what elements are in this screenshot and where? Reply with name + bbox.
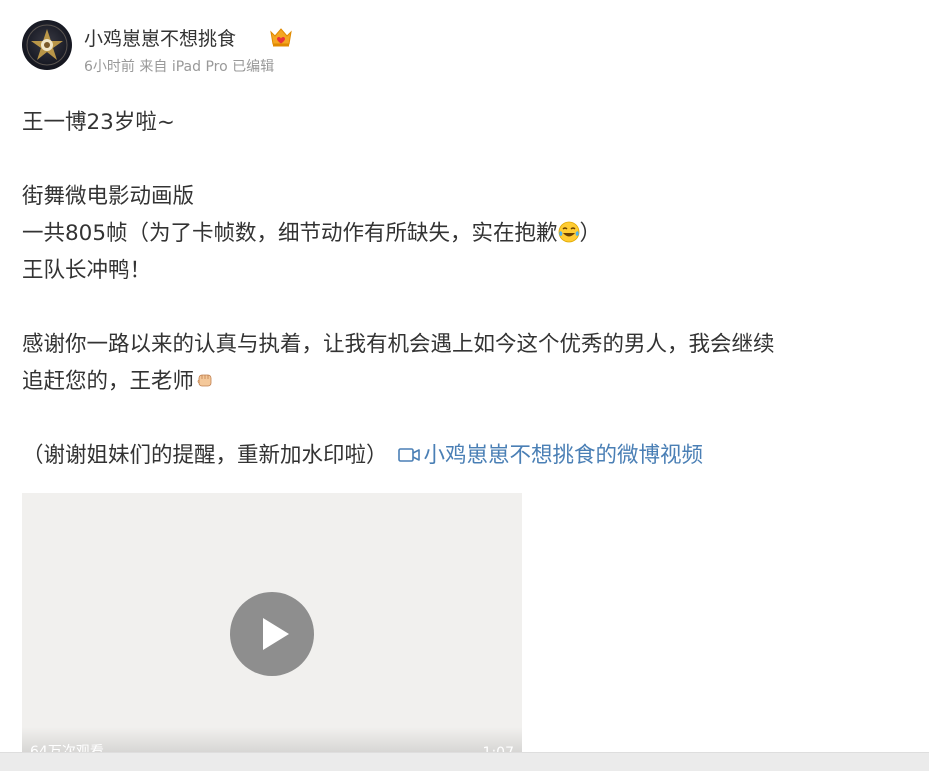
vip-crown-icon[interactable] <box>269 26 293 48</box>
post-text-line: （谢谢姐妹们的提醒，重新加水印啦） 小鸡崽崽不想挑食的微博视频 <box>22 437 912 474</box>
post-text-line: 街舞微电影动画版 <box>22 184 195 209</box>
source-prefix: 来自 <box>139 59 168 75</box>
fist-emoji-icon <box>197 374 212 387</box>
play-icon <box>263 618 289 650</box>
video-camera-icon <box>397 448 420 462</box>
post-text-segment: 追赶您的，王老师 <box>22 369 195 394</box>
post-time[interactable]: 6小时前 <box>84 59 135 75</box>
edited-label[interactable]: 已编辑 <box>232 59 274 75</box>
laugh-cry-emoji-icon <box>558 221 579 243</box>
post-text-segment: （谢谢姐妹们的提醒，重新加水印啦） <box>22 443 388 468</box>
video-link[interactable]: 小鸡崽崽不想挑食的微博视频 <box>388 443 704 468</box>
post-text-line: 追赶您的，王老师 <box>22 363 912 400</box>
post-text-line: 王队长冲鸭！ <box>22 258 152 283</box>
user-name[interactable]: 小鸡崽崽不想挑食 <box>84 24 236 51</box>
post-text-line: 王一博23岁啦~ <box>22 110 175 135</box>
play-button[interactable] <box>230 592 314 676</box>
video-player[interactable]: 64万次观看 1:07 <box>22 493 522 755</box>
post-text-segment: ） <box>579 221 602 246</box>
video-controls-bar: 64万次观看 1:07 <box>22 727 522 755</box>
avatar[interactable] <box>22 20 72 70</box>
bottom-toolbar-strip <box>0 752 929 771</box>
source-device[interactable]: iPad Pro <box>172 59 228 75</box>
post-content: 王一博23岁啦~ 街舞微电影动画版 一共805帧（为了卡帧数，细节动作有所缺失，… <box>22 104 912 474</box>
post-text-line: 感谢你一路以来的认真与执着，让我有机会遇上如今这个优秀的男人，我会继续 <box>22 332 775 357</box>
video-link-text[interactable]: 小鸡崽崽不想挑食的微博视频 <box>424 443 704 468</box>
avatar-emblem-icon <box>26 24 68 66</box>
post-text-segment: 一共805帧（为了卡帧数，细节动作有所缺失，实在抱歉 <box>22 221 558 246</box>
post-meta: 6小时前 来自 iPad Pro 已编辑 <box>84 56 274 76</box>
post-text-line: 一共805帧（为了卡帧数，细节动作有所缺失，实在抱歉 ） <box>22 215 912 252</box>
